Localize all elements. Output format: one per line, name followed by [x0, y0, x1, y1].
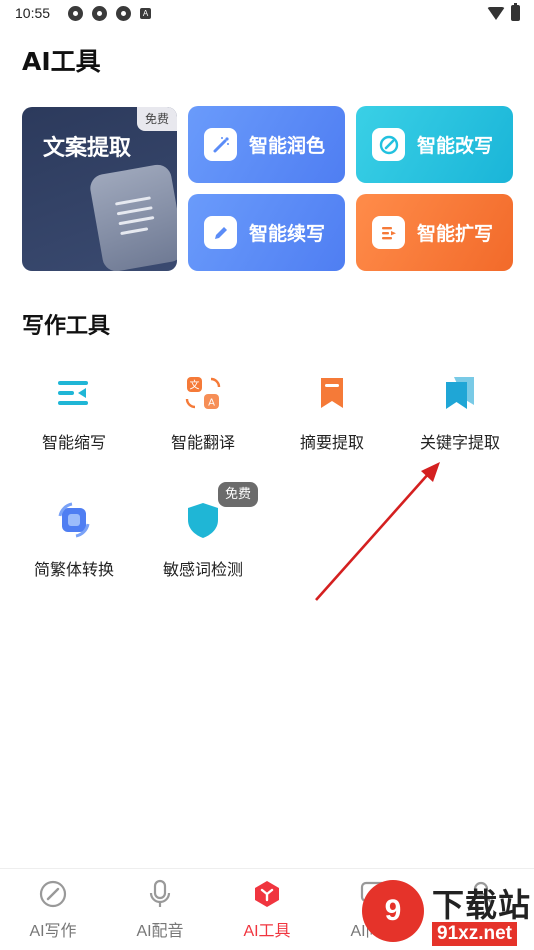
document-icon: [88, 162, 177, 271]
sensitive-word-tool[interactable]: 敏感词检测: [143, 500, 263, 580]
nav-label: AI配音: [136, 923, 184, 940]
watermark: 9 下载站 91xz.net: [362, 880, 534, 950]
nav-ai-tools[interactable]: AI工具: [222, 879, 312, 941]
status-bar: 10:55 A: [0, 0, 534, 28]
nav-ai-voice[interactable]: AI配音: [115, 879, 205, 941]
summary-extract-tool[interactable]: 摘要提取: [272, 373, 392, 453]
notification-icon: [68, 6, 83, 21]
tool-label: 智能缩写: [41, 433, 106, 452]
translate-icon: 文A: [183, 373, 223, 413]
battery-icon: [511, 3, 520, 21]
tool-label: 摘要提取: [299, 433, 364, 452]
wifi-icon: [487, 6, 505, 20]
smart-expand-card[interactable]: 智能扩写: [356, 194, 513, 271]
smart-expand-label: 智能扩写: [417, 223, 494, 245]
expand-text-icon: [372, 216, 405, 249]
tool-label: 简繁体转换: [33, 560, 114, 579]
a-icon: A: [140, 8, 151, 19]
smart-continue-card[interactable]: 智能续写: [188, 194, 345, 271]
bookmarks-icon: [440, 373, 480, 413]
notification-icon: [116, 6, 131, 21]
watermark-url: 91xz.net: [432, 922, 517, 946]
smart-abbreviate-tool[interactable]: 智能缩写: [14, 373, 134, 453]
free-badge: 免费: [218, 482, 258, 507]
tool-label: 敏感词检测: [162, 560, 243, 579]
edit-circle-icon: [372, 128, 405, 161]
text-extract-label: 文案提取: [43, 136, 132, 161]
keyword-extract-tool[interactable]: 关键字提取: [400, 373, 520, 453]
writing-tools-title: 写作工具: [22, 314, 111, 339]
tool-label: 关键字提取: [419, 433, 500, 452]
tool-label: 智能翻译: [170, 433, 235, 452]
status-notifications: A: [68, 6, 151, 21]
nav-label: AI写作: [29, 923, 77, 940]
notification-icon: [92, 6, 107, 21]
nav-label: AI工具: [243, 923, 291, 940]
list-indent-icon: [54, 373, 94, 413]
svg-text:A: A: [208, 398, 215, 409]
watermark-title: 下载站: [432, 886, 532, 924]
bookmark-icon: [312, 373, 352, 413]
simplified-traditional-tool[interactable]: 简繁体转换: [14, 500, 134, 580]
ai-tools-icon: [252, 879, 282, 909]
status-time: 10:55: [15, 5, 51, 21]
convert-icon: [54, 500, 94, 540]
svg-text:文: 文: [190, 379, 200, 392]
pen-circle-icon: [38, 879, 68, 909]
magic-wand-icon: [204, 128, 237, 161]
page-title: AI工具: [22, 47, 101, 76]
nav-ai-writing[interactable]: AI写作: [8, 879, 98, 941]
watermark-logo: 9: [362, 880, 424, 942]
smart-rewrite-label: 智能改写: [417, 135, 494, 157]
smart-translate-tool[interactable]: 文A 智能翻译: [143, 373, 263, 453]
pencil-icon: [204, 216, 237, 249]
free-badge: 免费: [137, 107, 177, 131]
smart-polish-label: 智能润色: [249, 135, 326, 157]
status-system: [487, 3, 520, 21]
shield-icon: [183, 500, 223, 540]
smart-rewrite-card[interactable]: 智能改写: [356, 106, 513, 183]
smart-continue-label: 智能续写: [249, 223, 326, 245]
text-extract-card[interactable]: 文案提取 免费: [22, 107, 177, 271]
smart-polish-card[interactable]: 智能润色: [188, 106, 345, 183]
microphone-icon: [145, 879, 175, 909]
